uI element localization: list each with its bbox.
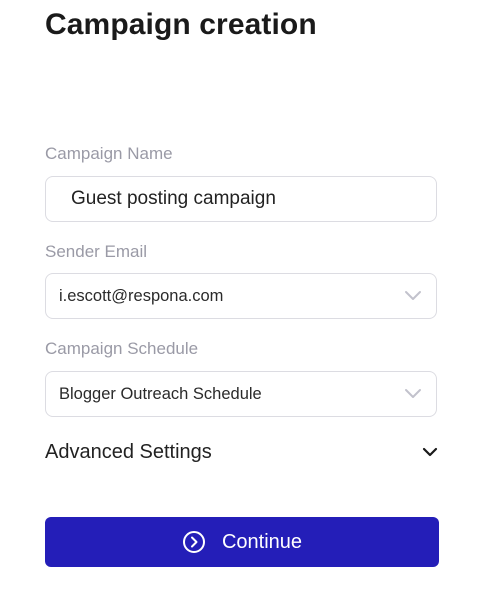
campaign-schedule-select[interactable]: Blogger Outreach Schedule	[45, 371, 437, 417]
chevron-down-icon	[422, 447, 438, 457]
chevron-right-circle-icon	[182, 530, 206, 554]
chevron-down-icon	[404, 290, 422, 302]
continue-button[interactable]: Continue	[45, 517, 439, 567]
page-title: Campaign creation	[45, 8, 317, 41]
campaign-name-input[interactable]	[46, 177, 436, 221]
advanced-settings-label: Advanced Settings	[45, 440, 212, 463]
campaign-name-label: Campaign Name	[45, 144, 173, 163]
advanced-settings-toggle[interactable]: Advanced Settings	[45, 437, 439, 467]
chevron-down-icon	[404, 388, 422, 400]
sender-email-value: i.escott@respona.com	[59, 286, 224, 305]
sender-email-select[interactable]: i.escott@respona.com	[45, 273, 437, 319]
sender-email-label: Sender Email	[45, 242, 148, 261]
campaign-schedule-value: Blogger Outreach Schedule	[59, 384, 262, 403]
campaign-name-field	[45, 176, 437, 222]
campaign-schedule-label: Campaign Schedule	[45, 339, 199, 358]
continue-label: Continue	[221, 530, 303, 553]
